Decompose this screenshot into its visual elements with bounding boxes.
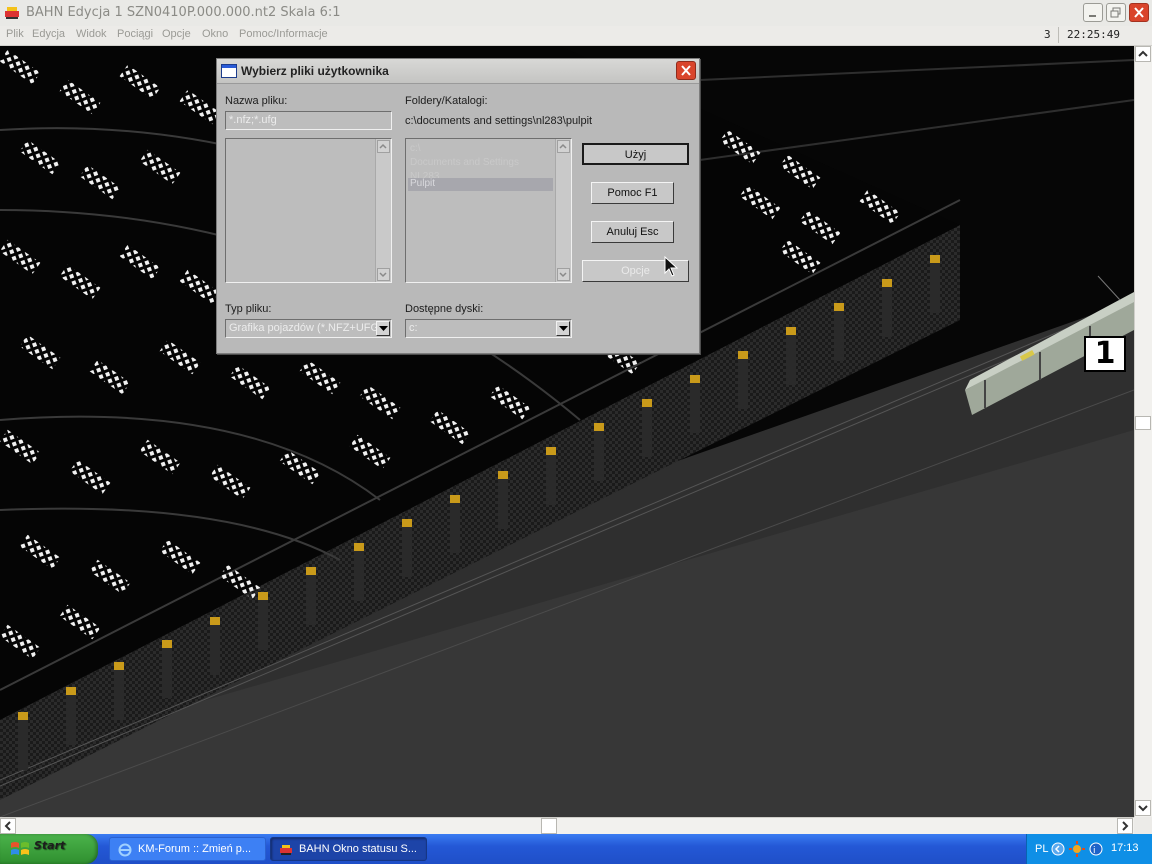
tray-expand-icon[interactable] bbox=[1051, 842, 1065, 856]
scrollbar-corner bbox=[1134, 817, 1152, 834]
arrow-up-icon bbox=[1138, 50, 1148, 57]
filetype-select[interactable]: Grafika pojazdów (*.NFZ+UFG) bbox=[225, 319, 392, 338]
taskbar: Start KM-Forum :: Zmień p... BAHN Okno s… bbox=[0, 834, 1152, 864]
menu-opcje[interactable]: Opcje bbox=[162, 28, 191, 40]
dialog-close-button[interactable] bbox=[676, 61, 696, 80]
horizontal-scrollbar[interactable] bbox=[0, 817, 1134, 834]
chevron-down-icon bbox=[379, 326, 388, 331]
close-icon bbox=[681, 65, 691, 76]
arrow-down-icon bbox=[1138, 805, 1148, 812]
svg-text:i: i bbox=[1093, 846, 1096, 856]
folder-item[interactable]: c:\ bbox=[408, 143, 553, 156]
menu-okno[interactable]: Okno bbox=[202, 28, 228, 40]
taskbar-item-bahn[interactable]: BAHN Okno statusu S... bbox=[270, 837, 427, 861]
minimize-icon bbox=[1089, 15, 1096, 17]
file-list-scroll-up[interactable] bbox=[377, 140, 390, 153]
taskbar-item-km-forum[interactable]: KM-Forum :: Zmień p... bbox=[109, 837, 266, 861]
taskbar-item-label: KM-Forum :: Zmień p... bbox=[138, 843, 252, 855]
vertical-scrollbar[interactable] bbox=[1134, 46, 1152, 817]
menu-separator bbox=[1058, 27, 1059, 43]
bahn-app-icon bbox=[5, 7, 19, 19]
arrow-left-icon bbox=[4, 821, 11, 831]
taskbar-item-label: BAHN Okno statusu S... bbox=[299, 843, 417, 855]
mouse-cursor-icon bbox=[664, 256, 679, 277]
tray-clock: 17:13 bbox=[1111, 842, 1139, 854]
dialog-title: Wybierz pliki użytkownika bbox=[241, 64, 389, 78]
filetype-label: Typ pliku: bbox=[225, 303, 272, 315]
scroll-up-button[interactable] bbox=[1135, 46, 1151, 62]
window-icon bbox=[221, 64, 237, 78]
sun-icon[interactable] bbox=[1069, 841, 1085, 857]
restore-button[interactable] bbox=[1106, 3, 1126, 22]
folder-item-selected[interactable]: Pulpit bbox=[408, 178, 553, 191]
network-icon[interactable]: i bbox=[1089, 842, 1103, 856]
horizontal-scroll-thumb[interactable] bbox=[541, 818, 557, 834]
folder-item[interactable]: Documents and Settings bbox=[408, 157, 553, 170]
bahn-icon bbox=[280, 845, 292, 855]
menu-edycja[interactable]: Edycja bbox=[32, 28, 65, 40]
status-number: 3 bbox=[1044, 28, 1051, 41]
menu-pomoc[interactable]: Pomoc/Informacje bbox=[239, 28, 328, 40]
help-button[interactable]: Pomoc F1 bbox=[591, 182, 674, 204]
filename-value: *.nfz;*.ufg bbox=[229, 114, 277, 126]
windows-logo-icon bbox=[11, 842, 29, 855]
arrow-up-icon bbox=[379, 143, 387, 149]
arrow-down-icon bbox=[379, 272, 387, 278]
train-number-marker[interactable]: 1 bbox=[1084, 336, 1126, 372]
menu-bar: Plik Edycja Widok Pociągi Opcje Okno Pom… bbox=[0, 26, 1152, 46]
chevron-down-icon bbox=[559, 326, 568, 331]
title-bar: BAHN Edycja 1 SZN0410P.000.000.nt2 Skala… bbox=[0, 0, 1152, 27]
use-button[interactable]: Użyj bbox=[582, 143, 689, 165]
menu-widok[interactable]: Widok bbox=[76, 28, 107, 40]
drives-label: Dostępne dyski: bbox=[405, 303, 484, 315]
filetype-value: Grafika pojazdów (*.NFZ+UFG) bbox=[229, 322, 383, 334]
system-tray: PL i 17:13 bbox=[1026, 834, 1152, 864]
arrow-down-icon bbox=[559, 272, 567, 278]
drive-select[interactable]: c: bbox=[405, 319, 572, 338]
scroll-left-button[interactable] bbox=[0, 818, 16, 834]
folders-label: Foldery/Katalogi: bbox=[405, 95, 488, 107]
window-title: BAHN Edycja 1 SZN0410P.000.000.nt2 Skala… bbox=[26, 5, 341, 20]
close-button[interactable] bbox=[1129, 3, 1149, 22]
folder-list-scrollbar[interactable] bbox=[555, 139, 571, 282]
cancel-button[interactable]: Anuluj Esc bbox=[591, 221, 674, 243]
drive-dropdown-button[interactable] bbox=[556, 321, 570, 336]
file-list-scroll-down[interactable] bbox=[377, 268, 390, 281]
select-files-dialog: Wybierz pliki użytkownika Nazwa pliku: *… bbox=[216, 58, 700, 354]
vertical-scroll-thumb[interactable] bbox=[1135, 416, 1151, 430]
arrow-right-icon bbox=[1122, 821, 1129, 831]
file-listbox[interactable] bbox=[225, 138, 392, 283]
menu-plik[interactable]: Plik bbox=[6, 28, 24, 40]
simulation-clock: 22:25:49 bbox=[1067, 28, 1120, 41]
folder-list-scroll-up[interactable] bbox=[557, 140, 570, 153]
start-button[interactable]: Start bbox=[0, 834, 98, 864]
drive-value: c: bbox=[409, 322, 418, 334]
start-label: Start bbox=[34, 839, 66, 852]
scroll-right-button[interactable] bbox=[1117, 818, 1133, 834]
arrow-up-icon bbox=[559, 143, 567, 149]
filetype-dropdown-button[interactable] bbox=[376, 321, 390, 336]
folder-path: c:\documents and settings\nl283\pulpit bbox=[405, 115, 593, 127]
scroll-down-button[interactable] bbox=[1135, 800, 1151, 816]
dialog-title-bar[interactable]: Wybierz pliki użytkownika bbox=[217, 59, 699, 84]
ie-icon bbox=[118, 843, 132, 857]
folder-listbox[interactable]: c:\ Documents and Settings NL283 Pulpit bbox=[405, 138, 572, 283]
file-list-scrollbar[interactable] bbox=[375, 139, 391, 282]
restore-icon bbox=[1110, 7, 1121, 18]
language-indicator[interactable]: PL bbox=[1035, 843, 1048, 855]
filename-input[interactable]: *.nfz;*.ufg bbox=[225, 111, 392, 130]
menu-pociagi[interactable]: Pociągi bbox=[117, 28, 153, 40]
folder-list-scroll-down[interactable] bbox=[557, 268, 570, 281]
filename-label: Nazwa pliku: bbox=[225, 95, 288, 107]
close-icon bbox=[1134, 7, 1144, 18]
minimize-button[interactable] bbox=[1083, 3, 1103, 22]
